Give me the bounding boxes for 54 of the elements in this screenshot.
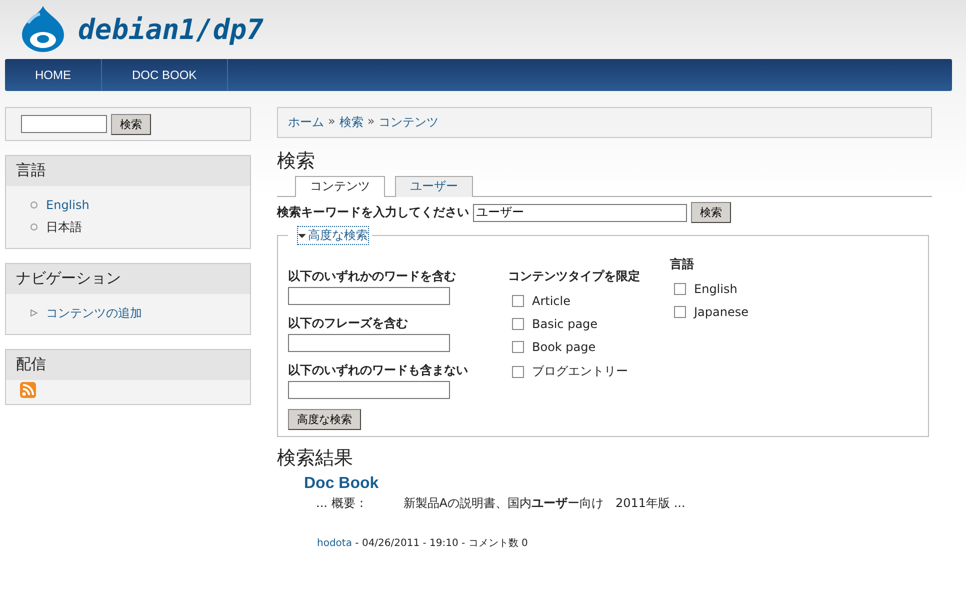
block-title: 配信	[6, 350, 250, 380]
nav-link[interactable]: DOC BOOK	[102, 59, 228, 91]
checkbox[interactable]	[674, 306, 686, 318]
search-field[interactable]	[21, 115, 107, 133]
sidebar-link[interactable]: English	[46, 198, 90, 212]
results-title: 検索結果	[277, 446, 354, 471]
input-field[interactable]	[288, 287, 450, 305]
block-title: 言語	[6, 156, 250, 186]
page-title: 検索	[277, 149, 316, 174]
sidebar-link[interactable]: コンテンツの追加	[46, 304, 142, 322]
keyword-field[interactable]: ユーザー	[473, 204, 687, 222]
separator: »	[367, 114, 375, 130]
search-label: 検索キーワードを入力してください	[277, 204, 469, 221]
field-label: 以下のいずれのワードも含まない	[288, 362, 468, 379]
checkbox[interactable]	[512, 295, 524, 307]
group-title: 言語	[670, 256, 695, 273]
group-title: コンテンツタイプを限定	[508, 268, 641, 285]
search-button[interactable]: 検索	[691, 202, 731, 223]
checkbox-label: Basic page	[532, 317, 598, 331]
checkbox[interactable]	[674, 283, 686, 295]
breadcrumb-link[interactable]: ホーム	[288, 114, 324, 131]
checkbox-label: English	[694, 282, 738, 296]
menu-item[interactable]: 日本語	[46, 218, 82, 236]
rss-icon[interactable]	[20, 382, 36, 398]
advanced-search-button[interactable]: 高度な検索	[288, 409, 361, 430]
drop-logo-icon[interactable]	[20, 5, 66, 53]
field-label: 以下のいずれかのワードを含む	[288, 268, 456, 285]
nav-link[interactable]: HOME	[5, 59, 102, 91]
bullet-icon	[30, 201, 38, 209]
bullet-icon	[30, 223, 38, 231]
advanced-search-toggle[interactable]: 高度な検索	[298, 227, 368, 244]
checkbox[interactable]	[512, 318, 524, 330]
checkbox-label: Japanese	[694, 305, 748, 319]
result-snippet: ... 概要： 新製品Aの説明書、国内ユーザー向け 2011年版 ...	[315, 495, 686, 512]
checkbox[interactable]	[512, 341, 524, 353]
tab[interactable]: ユーザー	[395, 176, 473, 197]
field-label: 以下のフレーズを含む	[288, 315, 409, 332]
block-title: ナビゲーション	[6, 264, 250, 294]
result-title-link[interactable]: Doc Book	[304, 475, 932, 493]
triangle-icon	[30, 309, 38, 317]
checkbox[interactable]	[512, 366, 524, 378]
checkbox-label: ブログエントリー	[532, 363, 628, 380]
breadcrumb-link[interactable]: 検索	[339, 114, 364, 131]
result-meta: - 04/26/2011 - 19:10 - コメント数 0	[354, 538, 528, 549]
breadcrumb-link[interactable]: コンテンツ	[378, 114, 439, 131]
checkbox-label: Article	[532, 294, 570, 308]
tab[interactable]: コンテンツ	[295, 176, 385, 197]
input-field[interactable]	[288, 334, 450, 352]
site-name[interactable]: debian1/dp7	[78, 12, 264, 46]
search-button[interactable]: 検索	[111, 114, 151, 134]
checkbox-label: Book page	[532, 340, 596, 354]
input-field[interactable]	[288, 381, 450, 399]
separator: »	[328, 114, 336, 130]
author-link[interactable]: hodota	[317, 538, 352, 549]
